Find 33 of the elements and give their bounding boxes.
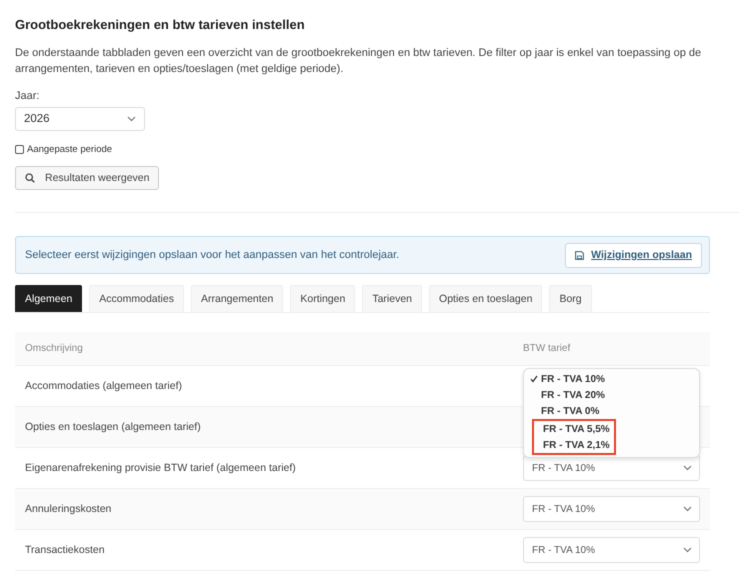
tab[interactable]: Kortingen (290, 285, 356, 312)
dropdown-option[interactable]: FR - TVA 20% (524, 387, 699, 403)
chevron-down-icon (683, 506, 692, 512)
checkbox-label: Aangepaste periode (27, 144, 112, 155)
intro-text: De onderstaande tabbladen geven een overzicht van de grootboekrekeningen en btw tarieven. De filter op jaar is enkel van toepassing op de arrangementen, tarieven en opties/toeslagen (met geldige periode). (15, 46, 702, 77)
tab[interactable]: Accommodaties (89, 285, 184, 312)
tab[interactable]: Algemeen (15, 285, 82, 312)
tab[interactable]: Arrangementen (190, 285, 284, 312)
dropdown-option[interactable]: FR - TVA 0% (524, 403, 699, 419)
alert-message: Selecteer eerst wijzigingen opslaan voor het aanpassen van het controlejaar. (25, 249, 400, 261)
dropdown-option[interactable]: FR - TVA 2,1% (534, 437, 610, 453)
year-label: Jaar: (15, 90, 40, 102)
save-changes-button[interactable]: Wijzigingen opslaan (565, 242, 702, 268)
chevron-down-icon (127, 116, 136, 122)
checkbox[interactable] (15, 145, 24, 154)
rate-select[interactable]: FR - TVA 10% (523, 496, 700, 522)
dropdown-option[interactable]: FR - TVA 10% (524, 371, 699, 387)
table-cell: Annuleringskosten (15, 489, 513, 530)
search-icon (25, 173, 35, 183)
year-select[interactable]: 2026 (15, 107, 145, 131)
table-cell: Opties en toeslagen (algemeen tarief) (15, 407, 513, 448)
page-title: Grootboekrekeningen en btw tarieven instellen (15, 17, 306, 32)
chevron-down-icon (683, 465, 692, 471)
column-header: BTW tarief (513, 332, 710, 366)
tab[interactable]: Tarieven (362, 285, 422, 312)
table-cell: Transactiekosten (15, 530, 513, 571)
show-results-button[interactable]: Resultaten weergeven (15, 166, 160, 190)
dropdown-option[interactable]: FR - TVA 5,5% (534, 421, 610, 437)
rate-select[interactable]: FR - TVA 10% (523, 537, 700, 563)
tab[interactable]: Borg (549, 285, 592, 312)
tab[interactable]: Opties en toeslagen (429, 285, 542, 312)
chevron-down-icon (683, 547, 692, 553)
column-header: Omschrijving (15, 332, 513, 366)
